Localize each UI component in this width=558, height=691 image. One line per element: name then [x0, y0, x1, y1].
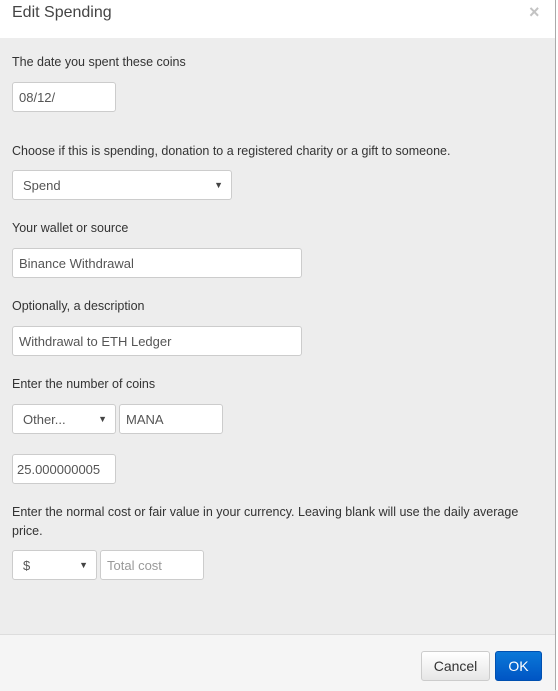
chevron-down-icon: ▼	[79, 560, 88, 570]
dialog-footer: Cancel OK	[0, 634, 555, 691]
total-cost-input[interactable]: Total cost	[100, 550, 204, 580]
close-icon[interactable]: ×	[529, 2, 540, 23]
chevron-down-icon: ▼	[98, 414, 107, 424]
type-select[interactable]: Spend ▼	[12, 170, 232, 200]
dialog-title: Edit Spending	[12, 4, 112, 21]
coins-label: Enter the number of coins	[12, 377, 156, 391]
cost-label-line2: price.	[12, 524, 43, 538]
currency-select[interactable]: $ ▼	[12, 550, 97, 580]
coin-select-value: Other...	[23, 411, 66, 427]
date-label: The date you spent these coins	[12, 55, 186, 69]
dialog-header: Edit Spending ×	[0, 0, 555, 38]
coin-select[interactable]: Other... ▼	[12, 404, 116, 434]
coin-symbol-value: MANA	[126, 411, 164, 427]
description-value: Withdrawal to ETH Ledger	[19, 333, 172, 349]
type-selected: Spend	[23, 177, 61, 193]
wallet-input[interactable]: Binance Withdrawal	[12, 248, 302, 278]
date-input[interactable]: 08/12/	[12, 82, 116, 112]
coin-symbol-input[interactable]: MANA	[119, 404, 223, 434]
total-cost-placeholder: Total cost	[107, 557, 162, 573]
date-value: 08/12/	[19, 89, 56, 105]
chevron-down-icon: ▼	[214, 180, 223, 190]
cancel-button[interactable]: Cancel	[421, 651, 490, 681]
currency-value: $	[23, 557, 31, 573]
cost-label-line1: Enter the normal cost or fair value in y…	[12, 505, 519, 519]
wallet-label: Your wallet or source	[12, 221, 129, 235]
description-label: Optionally, a description	[12, 299, 145, 313]
edit-spending-dialog: Edit Spending × The date you spent these…	[0, 0, 556, 691]
ok-button[interactable]: OK	[495, 651, 542, 681]
type-label: Choose if this is spending, donation to …	[12, 144, 451, 158]
description-input[interactable]: Withdrawal to ETH Ledger	[12, 326, 302, 356]
coin-amount-input[interactable]: 25.000000005	[12, 454, 116, 484]
coin-amount-value: 25.000000005	[17, 461, 101, 477]
wallet-value: Binance Withdrawal	[19, 255, 134, 271]
